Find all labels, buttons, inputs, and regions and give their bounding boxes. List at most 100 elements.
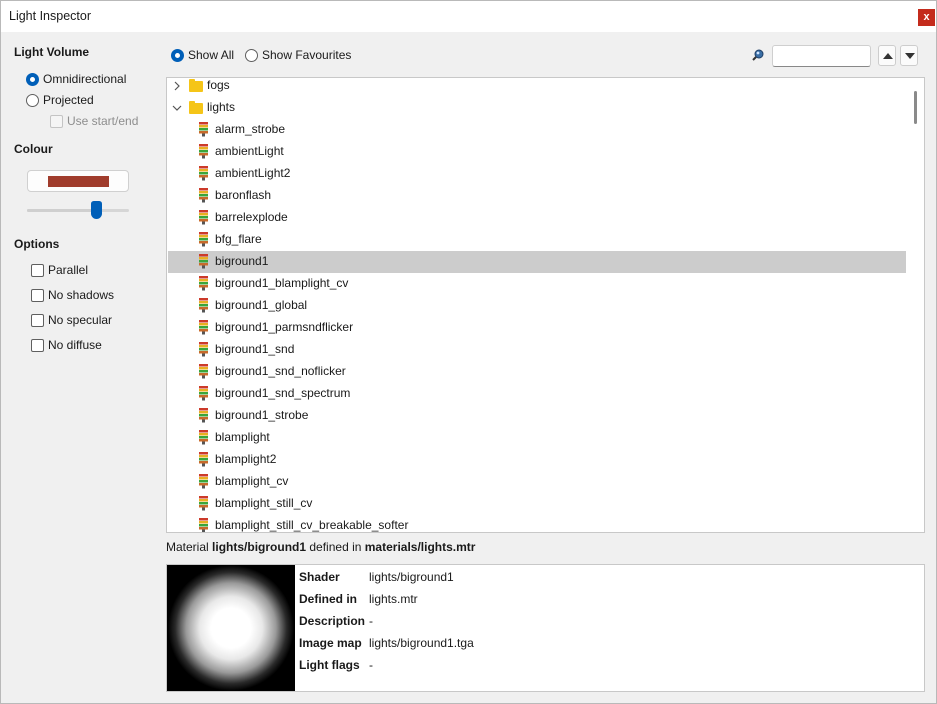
tree-item-label: barrelexplode (215, 210, 288, 224)
tree-item-label: blamplight2 (215, 452, 277, 466)
tree-item-label: blamplight_still_cv_breakable_softer (215, 518, 409, 532)
next-match-button[interactable] (900, 45, 918, 66)
tree-item[interactable]: baronflash (167, 185, 907, 207)
light-material-icon (199, 188, 208, 203)
tree-item[interactable]: biground1 (168, 251, 906, 273)
defined-in-key: Defined in (299, 592, 358, 606)
light-texture-preview (167, 565, 295, 691)
light-material-icon (199, 210, 208, 225)
no-shadows-box[interactable] (31, 288, 44, 302)
brightness-slider-thumb[interactable] (90, 201, 102, 219)
tree-item-label: baronflash (215, 188, 272, 202)
tree-item-label: biground1_global (215, 298, 308, 312)
tree-item[interactable]: blamplight (167, 427, 907, 449)
tree-item[interactable]: biground1_snd_spectrum (167, 383, 907, 405)
search-input[interactable] (772, 45, 871, 67)
colour-picker-button[interactable] (27, 170, 129, 192)
no-shadows-checkbox[interactable]: No shadows (31, 287, 114, 303)
use-start-end-label: Use start/end (67, 114, 139, 128)
tree-item[interactable]: biground1_parmsndflicker (167, 317, 907, 339)
tree-item[interactable]: alarm_strobe (167, 119, 907, 141)
chevron-right-icon[interactable] (172, 81, 182, 91)
tree-item-label: biground1_snd_noflicker (215, 364, 346, 378)
tree-item[interactable]: ambientLight (167, 141, 907, 163)
light-material-icon (199, 166, 208, 181)
light-material-icon (199, 298, 208, 313)
use-start-end-checkbox[interactable]: Use start/end (50, 113, 138, 129)
no-diffuse-checkbox[interactable]: No diffuse (31, 337, 102, 353)
show-favourites-label: Show Favourites (262, 48, 352, 62)
tree-item[interactable]: ambientLight2 (167, 163, 907, 185)
brightness-slider-track[interactable] (27, 209, 129, 212)
arrow-up-icon (883, 53, 893, 59)
light-material-icon (199, 144, 208, 159)
previous-match-button[interactable] (878, 45, 896, 66)
defined-in-value: lights.mtr (369, 592, 418, 606)
shader-value: lights/biground1 (369, 570, 454, 584)
material-info-panel: Shader lights/biground1 Defined in light… (166, 564, 925, 692)
tree-item[interactable]: biground1_strobe (167, 405, 907, 427)
tree-item[interactable]: blamplight_still_cv (167, 493, 907, 515)
projected-radio[interactable]: Projected (26, 92, 94, 108)
light-material-icon (199, 474, 208, 489)
tree-item[interactable]: biground1_snd_noflicker (167, 361, 907, 383)
folder-icon (189, 101, 203, 114)
tree-item-label: alarm_strobe (215, 122, 286, 136)
projected-label: Projected (43, 93, 94, 107)
material-prefix: Material (166, 540, 209, 554)
colour-heading: Colour (14, 142, 53, 156)
light-material-icon (199, 518, 208, 532)
parallel-checkbox[interactable]: Parallel (31, 262, 88, 278)
light-material-icon (199, 430, 208, 445)
tree-item[interactable]: biground1_blamplight_cv (167, 273, 907, 295)
show-all-radio-indicator[interactable] (171, 48, 184, 62)
tree-folder-label: lights (207, 100, 236, 114)
close-button[interactable]: x (918, 9, 935, 26)
omnidirectional-radio-indicator[interactable] (26, 72, 39, 86)
projected-radio-indicator[interactable] (26, 93, 39, 107)
parallel-label: Parallel (48, 263, 89, 277)
tree-scrollbar-thumb[interactable] (914, 91, 917, 124)
material-tree[interactable]: fogs lights alarm_strobe ambientLight ambi… (166, 77, 925, 533)
light-volume-heading: Light Volume (14, 45, 90, 59)
parallel-box[interactable] (31, 263, 44, 277)
arrow-down-icon (905, 53, 915, 59)
no-diffuse-box[interactable] (31, 338, 44, 352)
no-specular-checkbox[interactable]: No specular (31, 312, 112, 328)
tree-item[interactable]: blamplight_cv (167, 471, 907, 493)
colour-swatch (48, 176, 109, 187)
show-all-radio[interactable]: Show All (171, 47, 234, 63)
tree-item[interactable]: blamplight_still_cv_breakable_softer (167, 515, 907, 532)
light-material-icon (199, 342, 208, 357)
tree-item[interactable]: bfg_flare (167, 229, 907, 251)
tree-item-label: biground1_snd_spectrum (215, 386, 351, 400)
tree-folder-fogs[interactable]: fogs (167, 78, 907, 97)
tree-scrollbar[interactable] (911, 79, 923, 531)
show-all-label: Show All (188, 48, 235, 62)
title-bar: Light Inspector x (1, 1, 936, 32)
tree-item-label: biground1_strobe (215, 408, 309, 422)
omnidirectional-radio[interactable]: Omnidirectional (26, 71, 126, 87)
chevron-down-icon[interactable] (172, 103, 182, 113)
tree-folder-lights[interactable]: lights (167, 97, 907, 119)
description-key: Description (299, 614, 366, 628)
tree-item-label: ambientLight (215, 144, 284, 158)
material-file: materials/lights.mtr (364, 540, 476, 554)
tree-item-label: biground1_parmsndflicker (215, 320, 354, 334)
light-material-icon (199, 408, 208, 423)
show-favourites-radio-indicator[interactable] (245, 48, 258, 62)
tree-item[interactable]: barrelexplode (167, 207, 907, 229)
tree-item-label: blamplight_still_cv (215, 496, 313, 510)
no-specular-box[interactable] (31, 313, 44, 327)
omnidirectional-label: Omnidirectional (43, 72, 127, 86)
tree-folder-label: fogs (207, 78, 230, 92)
show-favourites-radio[interactable]: Show Favourites (245, 47, 351, 63)
use-start-end-box[interactable] (50, 114, 63, 128)
tree-item[interactable]: biground1_global (167, 295, 907, 317)
search-icon (752, 49, 764, 61)
tree-item[interactable]: blamplight2 (167, 449, 907, 471)
tree-item-label: ambientLight2 (215, 166, 291, 180)
light-material-icon (199, 254, 208, 269)
shader-key: Shader (299, 570, 340, 584)
tree-item[interactable]: biground1_snd (167, 339, 907, 361)
